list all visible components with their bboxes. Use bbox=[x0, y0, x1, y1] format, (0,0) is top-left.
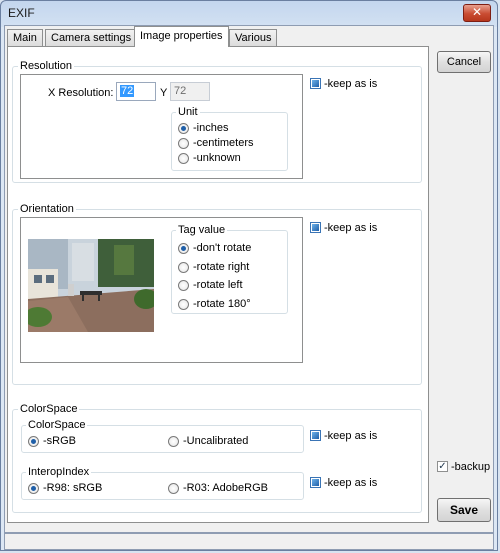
orientation-legend: Orientation bbox=[18, 202, 76, 216]
orientation-keep-checkbox[interactable] bbox=[310, 222, 321, 233]
r98-srgb-radio[interactable] bbox=[28, 483, 39, 494]
tab-image-properties[interactable]: Image properties bbox=[134, 26, 229, 47]
unit-centimeters-radio[interactable] bbox=[178, 138, 189, 149]
client-area: Main Camera settings Image properties Va… bbox=[4, 25, 494, 533]
colorspace-inner-legend: ColorSpace bbox=[26, 418, 88, 432]
close-icon: ✕ bbox=[471, 5, 483, 19]
interop-index-legend: InteropIndex bbox=[26, 465, 92, 479]
backup-check-icon: ✓ bbox=[438, 461, 447, 472]
tab-main[interactable]: Main bbox=[7, 29, 43, 46]
resolution-panel: X Resolution: 72 Y 72 Unit -inches -cent… bbox=[20, 74, 303, 179]
resolution-keep-checkbox[interactable] bbox=[310, 78, 321, 89]
colorspace-keep-label: -keep as is bbox=[324, 430, 378, 442]
interop-index-group: InteropIndex -R98: sRGB -R03: AdobeRGB bbox=[21, 465, 304, 500]
resolution-group: Resolution X Resolution: 72 Y 72 Unit -i… bbox=[12, 59, 422, 183]
x-resolution-input[interactable]: 72 bbox=[116, 82, 156, 101]
unit-unknown-radio[interactable] bbox=[178, 153, 189, 164]
rotate-180-radio[interactable] bbox=[178, 299, 189, 310]
unit-group: Unit -inches -centimeters -unknown bbox=[171, 105, 288, 171]
status-bar bbox=[4, 533, 494, 550]
y-resolution-input[interactable]: 72 bbox=[170, 82, 210, 101]
x-resolution-value: 72 bbox=[120, 85, 135, 97]
srgb-label: -sRGB bbox=[43, 435, 76, 447]
colorspace-group: ColorSpace ColorSpace -sRGB -Uncalibrate… bbox=[12, 402, 422, 513]
interop-keep-label: -keep as is bbox=[324, 477, 378, 489]
cancel-button[interactable]: Cancel bbox=[437, 51, 491, 73]
image-properties-page: Resolution X Resolution: 72 Y 72 Unit -i… bbox=[7, 46, 429, 523]
uncalibrated-radio[interactable] bbox=[168, 436, 179, 447]
resolution-keep-label: -keep as is bbox=[324, 78, 378, 90]
uncalibrated-label: -Uncalibrated bbox=[183, 435, 249, 447]
unit-legend: Unit bbox=[176, 105, 200, 119]
tag-value-legend: Tag value bbox=[176, 223, 228, 237]
exif-window: EXIF ✕ Main Camera settings Image proper… bbox=[0, 0, 498, 551]
rotate-right-label: -rotate right bbox=[193, 261, 250, 273]
colorspace-inner-group: ColorSpace -sRGB -Uncalibrated bbox=[21, 418, 304, 453]
resolution-legend: Resolution bbox=[18, 59, 74, 73]
orientation-keep-label: -keep as is bbox=[324, 222, 378, 234]
tab-various[interactable]: Various bbox=[229, 29, 278, 46]
y-resolution-value: 72 bbox=[174, 85, 187, 97]
srgb-radio[interactable] bbox=[28, 436, 39, 447]
interop-keep-checkbox[interactable] bbox=[310, 477, 321, 488]
dont-rotate-label: -don't rotate bbox=[193, 242, 252, 254]
orientation-group: Orientation Tag value -don't rotate -rot… bbox=[12, 202, 422, 385]
image-preview bbox=[28, 239, 154, 332]
rotate-180-label: -rotate 180° bbox=[193, 298, 251, 310]
window-title: EXIF bbox=[8, 6, 35, 20]
close-button[interactable]: ✕ bbox=[463, 4, 491, 22]
orientation-panel: Tag value -don't rotate -rotate right -r… bbox=[20, 217, 303, 363]
colorspace-legend: ColorSpace bbox=[18, 402, 80, 416]
dont-rotate-radio[interactable] bbox=[178, 243, 189, 254]
y-resolution-label: Y bbox=[160, 87, 168, 99]
r98-srgb-label: -R98: sRGB bbox=[43, 482, 103, 494]
rotate-left-radio[interactable] bbox=[178, 280, 189, 291]
x-resolution-label: X Resolution: bbox=[48, 87, 114, 99]
unit-inches-radio[interactable] bbox=[178, 123, 189, 134]
unit-unknown-label: -unknown bbox=[193, 152, 241, 164]
backup-checkbox[interactable]: ✓ bbox=[437, 461, 448, 472]
unit-inches-label: -inches bbox=[193, 122, 229, 134]
tag-value-group: Tag value -don't rotate -rotate right -r… bbox=[171, 223, 288, 314]
backup-label: -backup bbox=[451, 461, 491, 473]
rotate-right-radio[interactable] bbox=[178, 262, 189, 273]
title-bar[interactable]: EXIF ✕ bbox=[1, 1, 499, 25]
r03-adobergb-label: -R03: AdobeRGB bbox=[183, 482, 268, 494]
colorspace-keep-checkbox[interactable] bbox=[310, 430, 321, 441]
r03-adobergb-radio[interactable] bbox=[168, 483, 179, 494]
rotate-left-label: -rotate left bbox=[193, 279, 243, 291]
save-button[interactable]: Save bbox=[437, 498, 491, 522]
unit-centimeters-label: -centimeters bbox=[193, 137, 254, 149]
tab-camera-settings[interactable]: Camera settings bbox=[45, 29, 138, 46]
